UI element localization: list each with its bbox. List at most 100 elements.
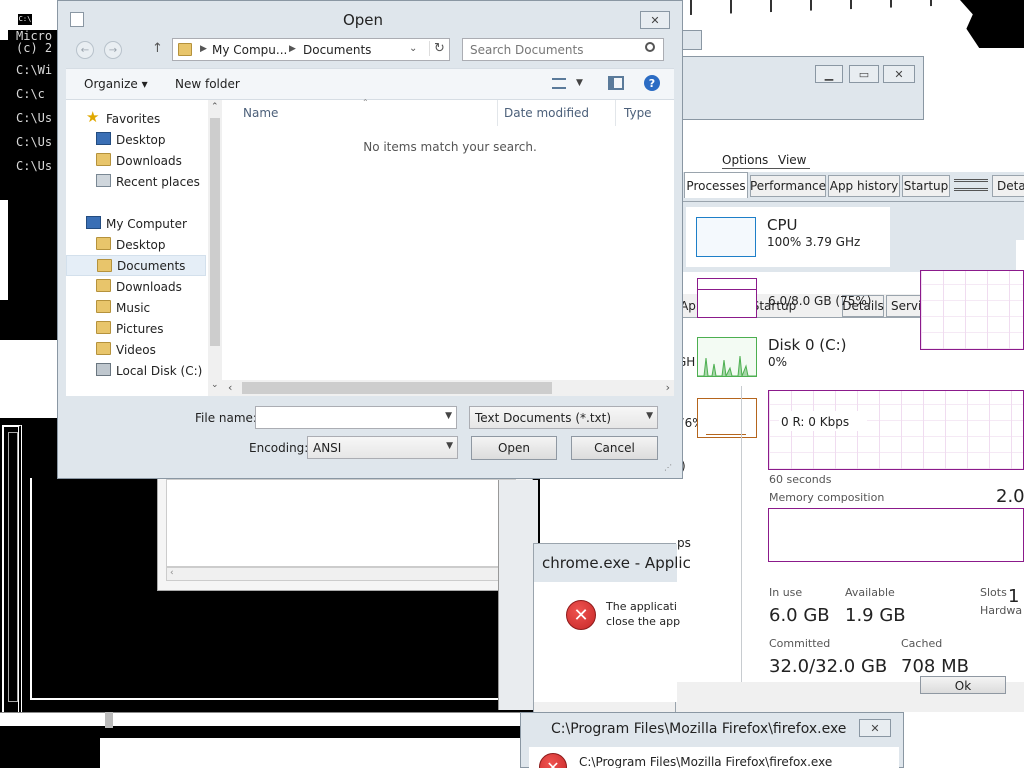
chevron-down-icon[interactable]: ▼: [446, 441, 453, 451]
nav-pc-documents[interactable]: Documents: [66, 255, 206, 276]
console-line: C:\Us: [16, 111, 53, 125]
console-line: C:\Wi: [16, 63, 53, 77]
breadcrumb-sep-icon: ▶: [200, 44, 207, 54]
nav-scroll-thumb[interactable]: [210, 118, 220, 346]
nav-fav-desktop[interactable]: Desktop: [66, 129, 206, 150]
available-label: Available: [845, 586, 895, 599]
cpu-value: 100% 3.79 GHz: [767, 235, 861, 249]
nav-label: Recent places: [116, 174, 200, 189]
view-options-icon[interactable]: [552, 78, 566, 89]
scroll-right-icon[interactable]: ›: [666, 381, 670, 394]
firefox-error-close-button[interactable]: ✕: [859, 719, 891, 737]
ghost-tab-services[interactable]: Servic: [886, 295, 928, 317]
scroll-left-icon[interactable]: ‹: [228, 381, 232, 394]
breadcrumb-sep-icon: ▶: [289, 44, 296, 54]
file-list-hscrollbar[interactable]: ‹ ›: [222, 380, 674, 396]
column-divider: [615, 100, 616, 126]
resize-grip-icon[interactable]: ⋰: [664, 463, 672, 472]
encoding-select[interactable]: ANSI ▼: [307, 436, 458, 459]
column-type[interactable]: Type: [624, 106, 652, 120]
breadcrumb-documents[interactable]: Documents: [303, 43, 371, 57]
file-type-select[interactable]: Text Documents (*.txt) ▼: [469, 406, 658, 429]
maximize-button[interactable]: ▭: [849, 65, 879, 83]
menu-view[interactable]: View: [778, 153, 806, 167]
console-left-edge: [0, 40, 8, 200]
tab-app-history[interactable]: App history: [828, 175, 900, 197]
refresh-icon[interactable]: ↻: [429, 41, 445, 56]
column-name[interactable]: Name: [243, 106, 278, 120]
memory-total: 2.0: [996, 486, 1024, 507]
search-icon[interactable]: [645, 42, 655, 52]
ok-button-partial[interactable]: Ok: [920, 676, 1006, 694]
file-type-value: Text Documents (*.txt): [475, 410, 612, 425]
nav-label: Local Disk (C:): [116, 363, 203, 378]
nav-fav-recent[interactable]: Recent places: [66, 171, 206, 192]
column-date-modified[interactable]: Date modified: [504, 106, 589, 120]
new-folder-button[interactable]: New folder: [175, 77, 240, 91]
hardware-label: Hardwa: [980, 604, 1023, 617]
forward-button[interactable]: →: [104, 41, 122, 59]
search-placeholder: Search Documents: [470, 43, 584, 57]
breadcrumb-my-computer[interactable]: My Compu...: [212, 43, 287, 57]
background-gray-panel: [498, 480, 538, 710]
firefox-error-dialog: C:\Program Files\Mozilla Firefox\firefox…: [520, 712, 904, 768]
nav-pc-music[interactable]: Music: [66, 297, 206, 318]
preview-pane-icon[interactable]: [608, 76, 624, 90]
chevron-down-icon[interactable]: ▼: [445, 411, 452, 421]
downloads-folder-icon: [96, 279, 111, 292]
view-dropdown-icon[interactable]: ▼: [576, 78, 583, 88]
ethernet-graph-thumb: [697, 398, 757, 438]
scroll-down-icon[interactable]: ⌄: [211, 380, 219, 390]
memory-usage-chart: [920, 270, 1024, 350]
nav-pc-local-disk[interactable]: Local Disk (C:): [66, 360, 206, 381]
scroll-up-icon[interactable]: ⌃: [211, 102, 219, 112]
artifact-bottom-strip: [0, 712, 540, 726]
chevron-down-icon[interactable]: ▼: [646, 411, 653, 421]
network-chart: [768, 390, 1024, 470]
tab-startup[interactable]: Startup: [902, 175, 950, 197]
help-icon[interactable]: ?: [644, 75, 660, 91]
menu-options[interactable]: Options: [722, 153, 768, 167]
in-use-value: 6.0 GB: [769, 605, 830, 626]
nav-fav-downloads[interactable]: Downloads: [66, 150, 206, 171]
hscroll-thumb[interactable]: [242, 382, 552, 394]
chrome-error-titlebar: chrome.exe - Applic: [534, 544, 691, 582]
tab-processes[interactable]: Processes: [684, 172, 748, 198]
tab-performance[interactable]: Performance: [750, 175, 826, 197]
tab-details[interactable]: Detai: [992, 175, 1024, 197]
address-bar[interactable]: ▶ My Compu... ▶ Documents ⌄ ↻: [172, 38, 450, 61]
horizontal-scrollbar[interactable]: ‹: [166, 567, 516, 581]
artifact-frame-lines-2: [8, 432, 18, 702]
nav-favorites[interactable]: ★ Favorites: [66, 108, 206, 129]
back-button[interactable]: ←: [76, 41, 94, 59]
nav-pc-videos[interactable]: Videos: [66, 339, 206, 360]
firefox-error-title: C:\Program Files\Mozilla Firefox\firefox…: [551, 721, 847, 737]
folder-icon: [178, 43, 192, 56]
available-value: 1.9 GB: [845, 605, 906, 626]
address-dropdown-icon[interactable]: ⌄: [409, 43, 417, 54]
in-use-label: In use: [769, 586, 803, 599]
up-button[interactable]: ↑: [152, 41, 163, 56]
scroll-left-icon[interactable]: ‹: [170, 568, 174, 578]
file-name-label: File name:: [195, 411, 257, 425]
nav-pc-downloads[interactable]: Downloads: [66, 276, 206, 297]
column-divider: [497, 100, 498, 126]
close-button[interactable]: ✕: [883, 65, 915, 83]
cancel-button[interactable]: Cancel: [571, 436, 658, 460]
minimize-button[interactable]: ▁: [815, 65, 843, 83]
console-titlebar: C:\: [8, 10, 60, 30]
tab-separator-icon: [954, 179, 988, 191]
perf-right-strip: [1016, 240, 1024, 270]
organize-button[interactable]: Organize ▾: [84, 77, 148, 91]
perf-item-cpu[interactable]: CPU 100% 3.79 GHz: [686, 207, 890, 267]
open-button[interactable]: Open: [471, 436, 557, 460]
nav-pc-pictures[interactable]: Pictures: [66, 318, 206, 339]
nav-my-computer[interactable]: My Computer: [66, 213, 206, 234]
chrome-error-line2: close the app: [606, 615, 681, 628]
nav-pc-desktop[interactable]: Desktop: [66, 234, 206, 255]
file-name-input[interactable]: ▼: [255, 406, 457, 429]
nav-scrollbar[interactable]: ⌃ ⌄: [208, 100, 222, 396]
open-dialog-close-button[interactable]: ✕: [640, 11, 670, 29]
search-box[interactable]: Search Documents: [462, 38, 664, 61]
chrome-error-line1: The applicati: [606, 600, 677, 613]
